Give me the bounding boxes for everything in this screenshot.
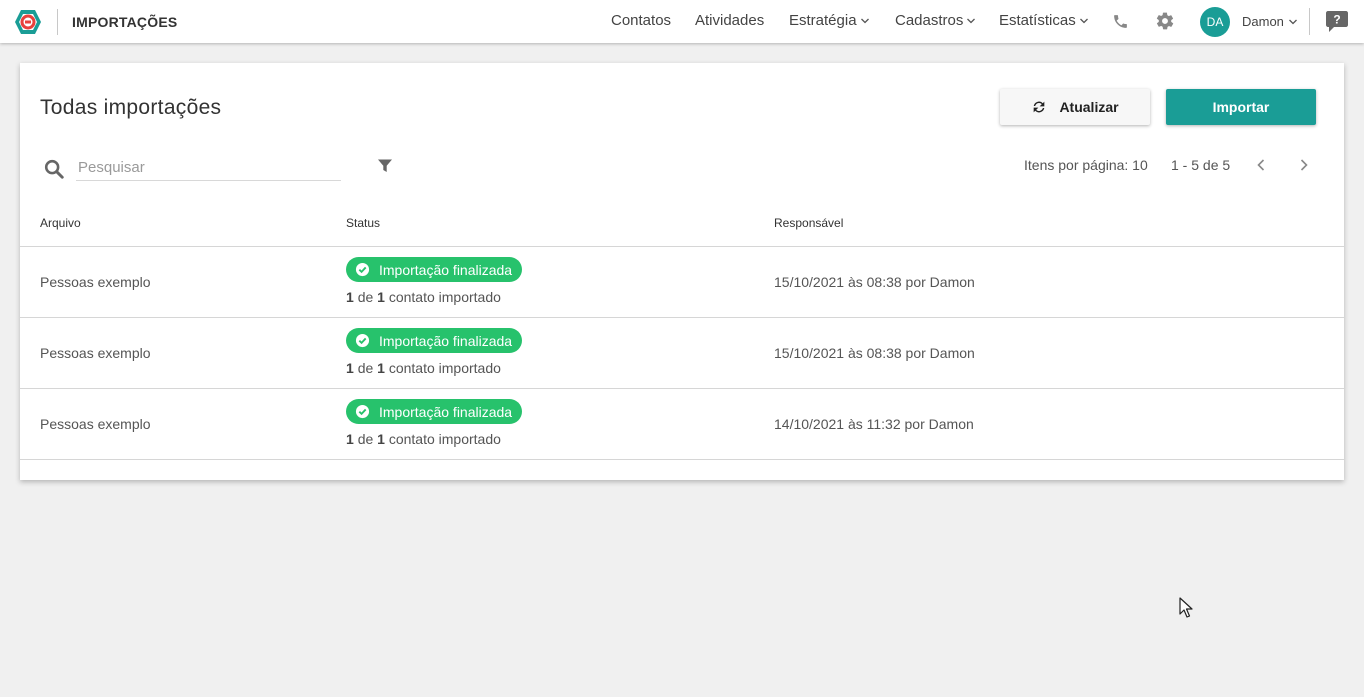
status-badge: Importação finalizada bbox=[346, 328, 523, 353]
status-badge: Importação finalizada bbox=[346, 399, 523, 424]
gear-icon[interactable] bbox=[1155, 11, 1175, 31]
header-divider bbox=[1309, 8, 1310, 35]
top-navbar: IMPORTAÇÕES Contatos Atividades Estratég… bbox=[0, 0, 1364, 43]
count-suffix: contato importado bbox=[388, 360, 501, 376]
refresh-icon bbox=[1034, 101, 1045, 113]
imports-card: Todas importações Atualizar Importar Ite… bbox=[20, 63, 1344, 480]
table-row[interactable]: Pessoas exemplo Importação finalizada 1 … bbox=[20, 247, 1344, 318]
count-done: 1 bbox=[346, 360, 354, 376]
card-title: Todas importações bbox=[40, 96, 222, 119]
count-of: de bbox=[357, 289, 374, 305]
import-count: 1 de 1 contato importado bbox=[346, 360, 501, 376]
chevron-down-icon bbox=[860, 18, 869, 23]
search-input[interactable] bbox=[76, 154, 341, 181]
table-divider bbox=[20, 459, 1344, 460]
check-circle-icon bbox=[355, 333, 370, 348]
logo-icon[interactable] bbox=[14, 8, 42, 36]
check-circle-icon bbox=[355, 262, 370, 277]
column-header-status[interactable]: Status bbox=[346, 216, 380, 230]
phone-icon[interactable] bbox=[1112, 12, 1129, 31]
file-name: Pessoas exemplo bbox=[40, 274, 151, 290]
count-done: 1 bbox=[346, 431, 354, 447]
nav-label: Estatísticas bbox=[999, 12, 1076, 29]
svg-text:?: ? bbox=[1333, 13, 1340, 27]
import-count: 1 de 1 contato importado bbox=[346, 289, 501, 305]
mouse-cursor-icon bbox=[1179, 597, 1193, 618]
nav-label: Cadastros bbox=[895, 12, 964, 29]
nav-estatisticas[interactable]: Estatísticas bbox=[999, 12, 1089, 29]
nav-cadastros[interactable]: Cadastros bbox=[895, 12, 976, 29]
responsible-info: 14/10/2021 às 11:32 por Damon bbox=[774, 416, 974, 432]
count-suffix: contato importado bbox=[388, 431, 501, 447]
responsible-info: 15/10/2021 às 08:38 por Damon bbox=[774, 345, 975, 361]
status-label: Importação finalizada bbox=[379, 403, 513, 420]
responsible-info: 15/10/2021 às 08:38 por Damon bbox=[774, 274, 975, 290]
count-of: de bbox=[357, 360, 374, 376]
user-menu[interactable]: Damon bbox=[1242, 14, 1298, 29]
filter-icon[interactable] bbox=[377, 158, 393, 174]
chevron-right-icon[interactable] bbox=[1297, 157, 1311, 173]
items-per-page[interactable]: Itens por página: 10 bbox=[1024, 157, 1148, 173]
page-title: IMPORTAÇÕES bbox=[72, 14, 178, 30]
column-header-responsible[interactable]: Responsável bbox=[774, 216, 843, 230]
pagination-range: 1 - 5 de 5 bbox=[1171, 157, 1231, 173]
table-row[interactable]: Pessoas exemplo Importação finalizada 1 … bbox=[20, 389, 1344, 460]
import-button[interactable]: Importar bbox=[1166, 89, 1316, 125]
nav-atividades[interactable]: Atividades bbox=[695, 12, 764, 29]
chevron-down-icon bbox=[1288, 19, 1297, 24]
chevron-down-icon bbox=[1079, 18, 1088, 23]
column-header-file[interactable]: Arquivo bbox=[40, 216, 81, 230]
count-total: 1 bbox=[377, 360, 385, 376]
user-name: Damon bbox=[1242, 14, 1284, 29]
check-circle-icon bbox=[355, 404, 370, 419]
search-icon bbox=[44, 159, 64, 179]
nav-label: Atividades bbox=[695, 12, 765, 29]
help-icon[interactable]: ? bbox=[1325, 10, 1349, 33]
refresh-label: Atualizar bbox=[1059, 99, 1119, 115]
chevron-down-icon bbox=[967, 18, 976, 23]
count-total: 1 bbox=[377, 289, 385, 305]
chevron-left-icon[interactable] bbox=[1254, 157, 1268, 173]
nav-label: Estratégia bbox=[789, 12, 857, 29]
count-done: 1 bbox=[346, 289, 354, 305]
file-name: Pessoas exemplo bbox=[40, 416, 151, 432]
header-divider bbox=[57, 9, 58, 35]
import-count: 1 de 1 contato importado bbox=[346, 431, 501, 447]
nav-label: Contatos bbox=[611, 12, 672, 29]
nav-estrategia[interactable]: Estratégia bbox=[789, 12, 870, 29]
avatar-initials: DA bbox=[1206, 15, 1224, 29]
status-label: Importação finalizada bbox=[379, 261, 513, 278]
count-total: 1 bbox=[377, 431, 385, 447]
file-name: Pessoas exemplo bbox=[40, 345, 151, 361]
avatar[interactable]: DA bbox=[1200, 7, 1230, 37]
refresh-button[interactable]: Atualizar bbox=[1000, 89, 1150, 125]
status-badge: Importação finalizada bbox=[346, 257, 523, 282]
nav-contatos[interactable]: Contatos bbox=[611, 12, 671, 29]
import-label: Importar bbox=[1212, 99, 1270, 115]
count-of: de bbox=[357, 431, 374, 447]
table-row[interactable]: Pessoas exemplo Importação finalizada 1 … bbox=[20, 318, 1344, 389]
status-label: Importação finalizada bbox=[379, 332, 513, 349]
count-suffix: contato importado bbox=[388, 289, 501, 305]
